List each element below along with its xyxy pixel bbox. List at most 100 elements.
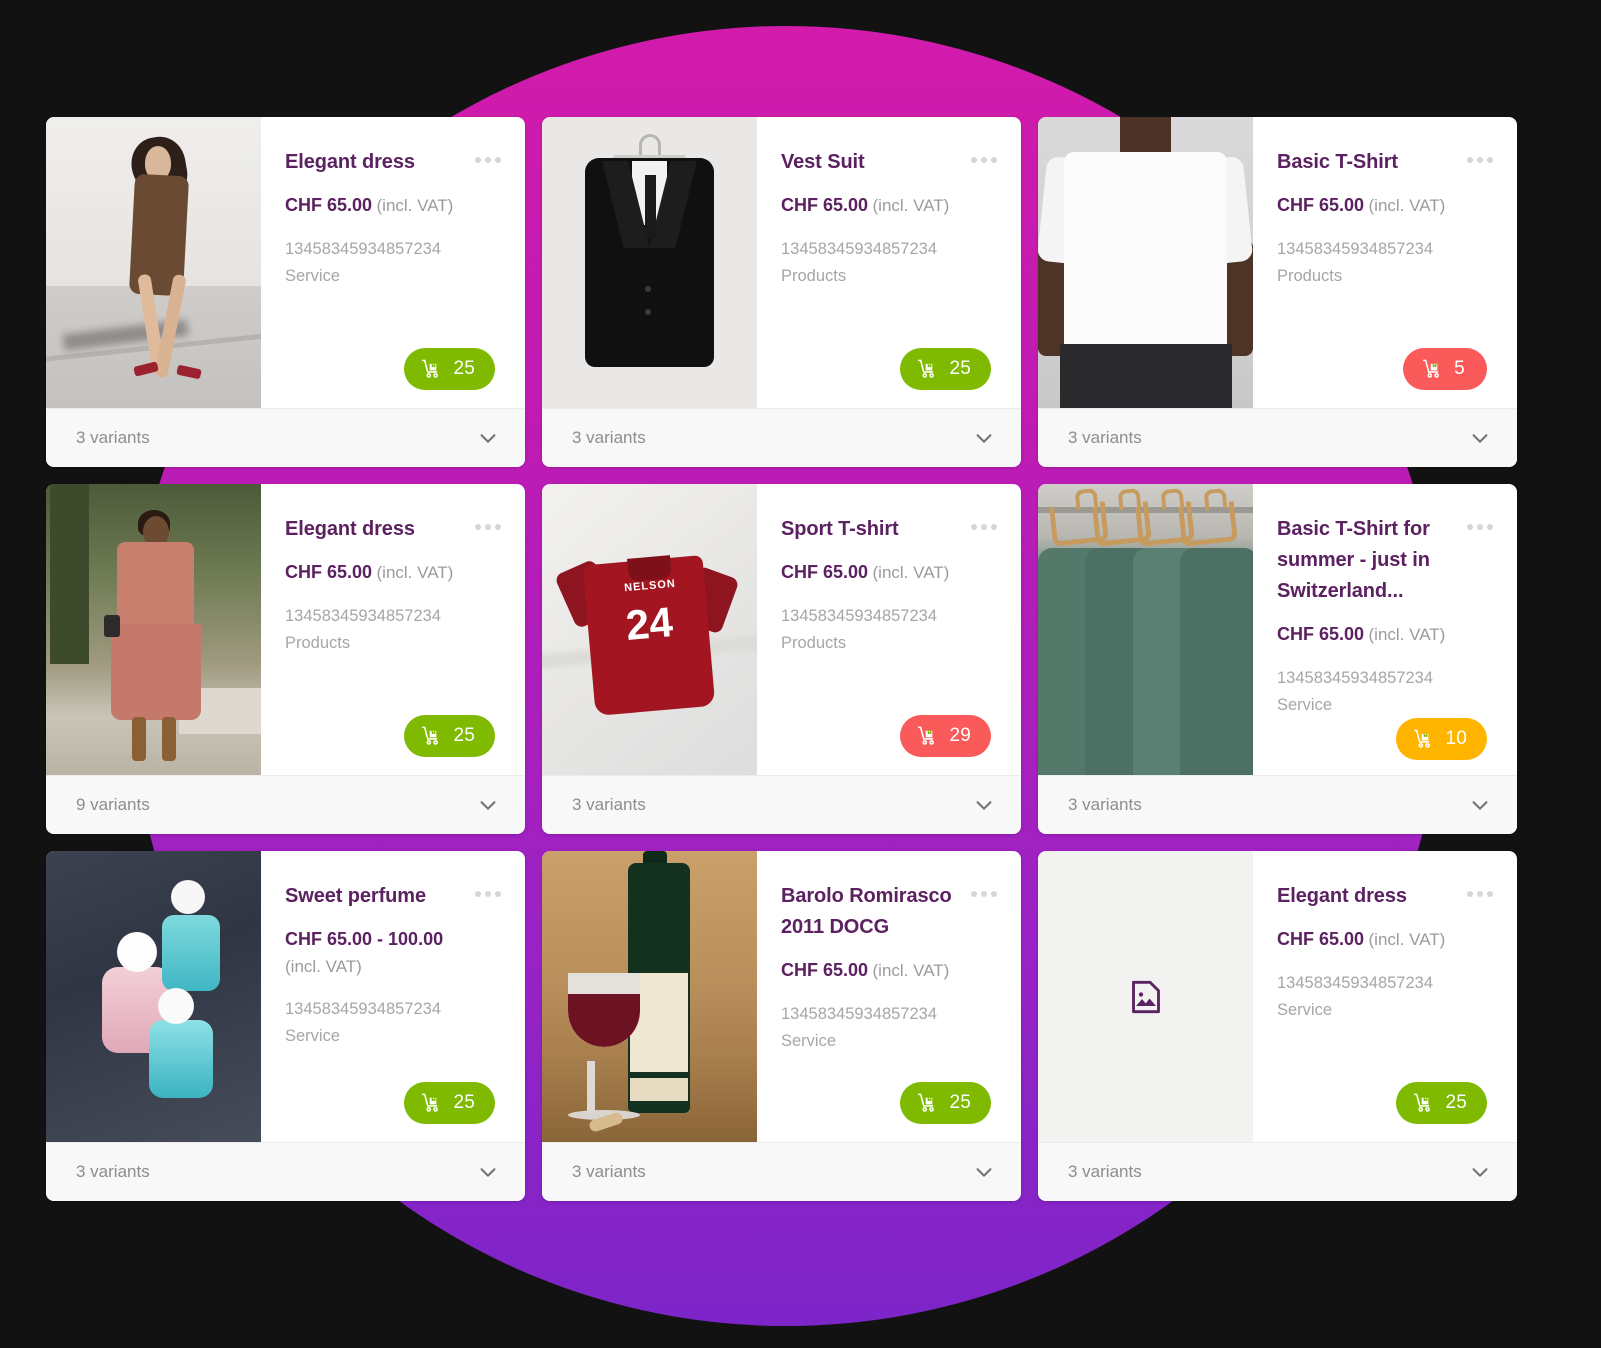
product-thumbnail[interactable]: [46, 851, 261, 1142]
variants-label: 3 variants: [76, 428, 150, 447]
chevron-down-icon: [976, 434, 992, 443]
product-thumbnail[interactable]: [46, 484, 261, 775]
more-options-icon[interactable]: [475, 524, 501, 530]
card-info: Sport T-shirt CHF 65.00 (incl. VAT) 134583…: [757, 484, 1021, 775]
vat-note: (incl. VAT): [376, 563, 454, 582]
more-options-icon[interactable]: [475, 157, 501, 163]
card-footer[interactable]: 3 variants: [46, 1142, 525, 1201]
product-card[interactable]: Elegant dress CHF 65.00 (incl. VAT) 134583…: [46, 117, 525, 467]
more-options-icon[interactable]: [971, 891, 997, 897]
product-meta: 13458345934857234 Service: [781, 1001, 997, 1054]
card-info: Sweet perfume CHF 65.00 - 100.00 (incl. V…: [261, 851, 525, 1142]
card-footer[interactable]: 3 variants: [1038, 1142, 1517, 1201]
hand-truck-icon: [918, 359, 935, 378]
chevron-down-icon: [1472, 434, 1488, 443]
more-options-icon[interactable]: [971, 524, 997, 530]
stock-badge-wrap: 25: [781, 1082, 997, 1128]
product-sku: 13458345934857234: [1277, 239, 1434, 258]
product-thumbnail-placeholder[interactable]: [1038, 851, 1253, 1142]
card-footer[interactable]: 3 variants: [542, 1142, 1021, 1201]
product-thumbnail[interactable]: NELSON 24: [542, 484, 757, 775]
product-card[interactable]: Basic T-Shirt for summer - just in Switz…: [1038, 484, 1517, 834]
variants-label: 3 variants: [1068, 795, 1142, 814]
stock-badge[interactable]: 25: [404, 715, 495, 757]
hand-truck-icon: [422, 1093, 439, 1112]
product-price: CHF 65.00: [781, 960, 869, 980]
stock-badge-wrap: 25: [285, 348, 501, 394]
price-row: CHF 65.00 (incl. VAT): [285, 192, 501, 220]
stock-badge[interactable]: 25: [1396, 1082, 1487, 1124]
product-card[interactable]: Vest Suit CHF 65.00 (incl. VAT) 1345834593…: [542, 117, 1021, 467]
product-sku: 13458345934857234: [781, 606, 938, 625]
variants-label: 9 variants: [76, 795, 150, 814]
product-meta: 13458345934857234 Products: [781, 236, 997, 289]
product-card[interactable]: Elegant dress CHF 65.00 (incl. VAT) 134583…: [46, 484, 525, 834]
product-card[interactable]: Basic T-Shirt CHF 65.00 (incl. VAT) 134583…: [1038, 117, 1517, 467]
card-footer[interactable]: 3 variants: [542, 408, 1021, 467]
price-row: CHF 65.00 - 100.00 (incl. VAT): [285, 926, 501, 980]
more-options-icon[interactable]: [475, 891, 501, 897]
product-card-grid: Elegant dress CHF 65.00 (incl. VAT) 134583…: [46, 117, 1517, 1201]
card-body: Elegant dress CHF 65.00 (incl. VAT) 134583…: [1038, 851, 1517, 1142]
product-thumbnail[interactable]: [542, 117, 757, 408]
stock-count: 25: [453, 1092, 475, 1113]
product-meta: 13458345934857234 Products: [285, 603, 501, 656]
card-footer[interactable]: 3 variants: [46, 408, 525, 467]
stock-count: 25: [453, 358, 475, 379]
chevron-down-icon: [976, 801, 992, 810]
stock-count: 10: [1445, 728, 1467, 750]
card-footer[interactable]: 3 variants: [542, 775, 1021, 834]
product-meta: 13458345934857234 Service: [285, 996, 501, 1049]
product-category: Service: [1277, 695, 1333, 714]
product-thumbnail[interactable]: [46, 117, 261, 408]
product-price: CHF 65.00: [1277, 195, 1365, 215]
more-options-icon[interactable]: [971, 157, 997, 163]
product-sku: 13458345934857234: [781, 239, 938, 258]
stock-badge[interactable]: 25: [404, 348, 495, 390]
chevron-down-icon: [480, 801, 496, 810]
product-title: Basic T-Shirt for summer - just in Switz…: [1277, 518, 1430, 602]
more-options-icon[interactable]: [1467, 157, 1493, 163]
product-sku: 13458345934857234: [781, 1004, 938, 1023]
chevron-down-icon: [1472, 801, 1488, 810]
product-thumbnail[interactable]: [542, 851, 757, 1142]
card-footer[interactable]: 9 variants: [46, 775, 525, 834]
stock-badge[interactable]: 29: [900, 715, 991, 757]
hand-truck-icon: [1414, 729, 1431, 749]
product-card[interactable]: NELSON 24 Sport T-shirt CHF 65.00 (incl. VA…: [542, 484, 1021, 834]
hand-truck-icon: [918, 1093, 935, 1112]
product-sku: 13458345934857234: [285, 1000, 442, 1019]
product-title: Basic T-Shirt: [1277, 151, 1398, 173]
product-meta: 13458345934857234 Service: [285, 236, 501, 289]
variants-label: 3 variants: [572, 1162, 646, 1181]
more-options-icon[interactable]: [1467, 891, 1493, 897]
vat-note: (incl. VAT): [1368, 625, 1446, 644]
vat-note: (incl. VAT): [872, 961, 950, 980]
title-row: Sweet perfume: [285, 881, 501, 912]
product-card[interactable]: Barolo Romirasco 2011 DOCG CHF 65.00 (inc…: [542, 851, 1021, 1201]
vat-note: (incl. VAT): [872, 196, 950, 215]
stock-badge[interactable]: 25: [404, 1082, 495, 1124]
stock-count: 25: [949, 358, 971, 379]
price-row: CHF 65.00 (incl. VAT): [1277, 621, 1493, 649]
product-card[interactable]: Elegant dress CHF 65.00 (incl. VAT) 134583…: [1038, 851, 1517, 1201]
stock-badge[interactable]: 10: [1396, 718, 1487, 761]
variants-label: 3 variants: [76, 1162, 150, 1181]
stock-badge[interactable]: 25: [900, 348, 991, 390]
title-row: Elegant dress: [285, 147, 501, 178]
product-card[interactable]: Sweet perfume CHF 65.00 - 100.00 (incl. V…: [46, 851, 525, 1201]
product-category: Service: [1277, 1000, 1333, 1019]
stock-badge[interactable]: 5: [1403, 348, 1487, 390]
product-thumbnail[interactable]: [1038, 484, 1253, 775]
product-thumbnail[interactable]: [1038, 117, 1253, 408]
card-footer[interactable]: 3 variants: [1038, 775, 1517, 834]
product-meta: 13458345934857234 Service: [1277, 970, 1493, 1023]
product-sku: 13458345934857234: [1277, 973, 1434, 992]
product-meta: 13458345934857234 Service: [1277, 665, 1493, 718]
more-options-icon[interactable]: [1467, 524, 1493, 530]
card-footer[interactable]: 3 variants: [1038, 408, 1517, 467]
product-title: Sweet perfume: [285, 885, 426, 907]
chevron-down-icon: [480, 434, 496, 443]
product-title: Elegant dress: [285, 151, 415, 173]
stock-badge[interactable]: 25: [900, 1082, 991, 1124]
